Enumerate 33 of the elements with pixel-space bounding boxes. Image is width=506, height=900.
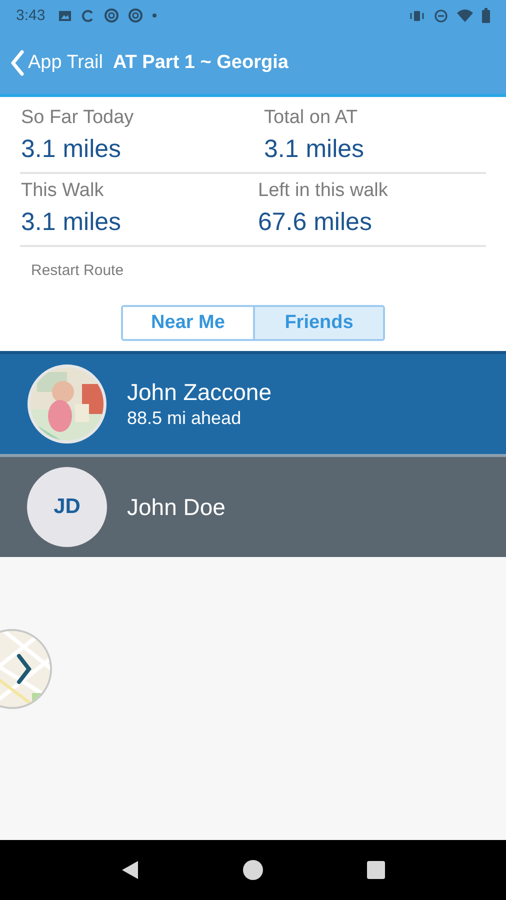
image-icon (58, 8, 72, 22)
screen-title: AT Part 1 ~ Georgia (112, 52, 288, 74)
stat-label: So Far Today (21, 107, 135, 129)
stat-value: 3.1 miles (264, 135, 366, 164)
stat-label: Left in this walk (258, 180, 389, 202)
friend-distance: 88.5 mi ahead (127, 408, 242, 429)
battery-icon (482, 8, 490, 23)
back-nav-icon[interactable] (121, 860, 140, 880)
friend-row[interactable]: John Zaccone 88.5 mi ahead (0, 351, 506, 454)
back-button[interactable]: App Trail (10, 50, 103, 76)
circle-icon (104, 8, 120, 23)
vibrate-icon (409, 8, 425, 22)
chevron-right-icon (16, 653, 32, 685)
friend-name: John Doe (127, 494, 226, 520)
stat-label: This Walk (21, 180, 105, 202)
do-not-disturb-icon (434, 8, 448, 22)
circle-icon (128, 8, 144, 23)
restart-route-link[interactable]: Restart Route (31, 262, 124, 279)
wifi-icon (457, 8, 473, 22)
stat-value: 67.6 miles (258, 208, 373, 237)
home-nav-icon[interactable] (242, 859, 264, 881)
tab[interactable]: Friends (253, 307, 383, 339)
recents-nav-icon[interactable] (366, 861, 385, 879)
stat-value: 3.1 miles (21, 135, 122, 164)
status-time: 3:43 (16, 7, 46, 24)
avatar-initials: JD (27, 467, 107, 547)
sync-icon (81, 8, 96, 22)
dot-icon (152, 13, 158, 18)
friend-row[interactable]: JD John Doe (0, 454, 506, 557)
chevron-left-icon (10, 50, 24, 76)
stat-value: 3.1 miles (21, 208, 122, 237)
stat-label: Total on AT (264, 107, 359, 129)
friend-name: John Zaccone (127, 379, 272, 406)
